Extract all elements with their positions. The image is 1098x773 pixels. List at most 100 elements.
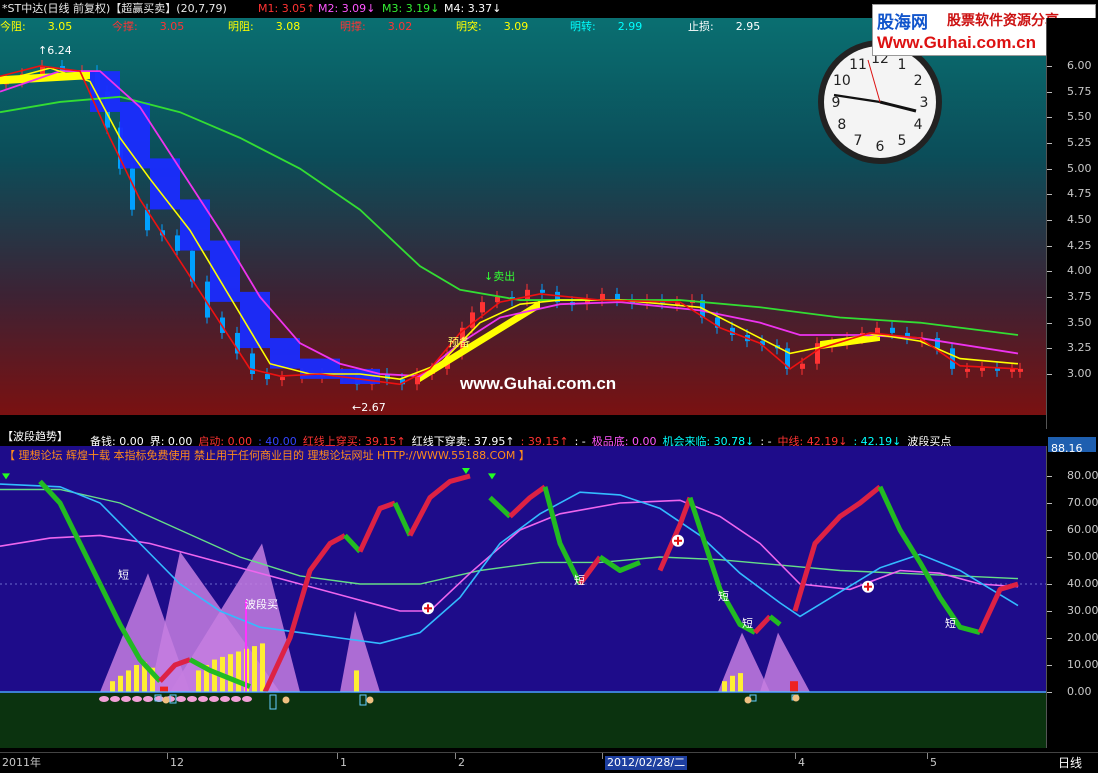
indicator-values: 备钱: 0.00 界: 0.00 启动: 0.00: 40.00 红线上穿买: 39.… bbox=[90, 430, 1030, 448]
indicator-tick-mark bbox=[1047, 557, 1052, 558]
bottom-signal-icon bbox=[231, 696, 241, 702]
price-chart-panel[interactable]: 今阻: 3.05 今撑: 3.05 明阻: 3.08 明撑: 3.02 明突: 3.09 明转: 2.… bbox=[0, 18, 1046, 415]
candle bbox=[980, 367, 985, 371]
hand-pointer-icon bbox=[282, 696, 290, 704]
price-tick-label: 3.25 bbox=[1067, 341, 1092, 355]
signal-bar bbox=[196, 670, 201, 692]
ma-m2: M2: 3.09↓ bbox=[318, 2, 376, 15]
hand-pointer-icon bbox=[366, 696, 374, 704]
indicator-panel[interactable]: 短短短短短 【 理想论坛 辉煌十载 本指标免费使用 禁止用于任何商业目的 理想论… bbox=[0, 446, 1046, 693]
clock-number: 10 bbox=[833, 73, 851, 89]
date-labels: 2011年 12 1 2 2012/02/28/二 4 5 bbox=[0, 753, 1046, 773]
short-signal-label: 短 bbox=[574, 573, 585, 587]
signal-bar bbox=[730, 675, 735, 692]
date-axis[interactable]: 2011年 12 1 2 2012/02/28/二 4 5 日线 bbox=[0, 752, 1098, 773]
down-arrow-icon bbox=[488, 473, 496, 480]
indicator-tick-mark bbox=[1047, 503, 1052, 504]
candle bbox=[875, 327, 880, 333]
level-5: 明转: 2.99 bbox=[570, 20, 643, 33]
date-label: 2012/02/28/二 bbox=[605, 756, 688, 770]
low-price-label: ←2.67 bbox=[352, 401, 386, 414]
levels-row: 今阻: 3.05 今撑: 3.05 明阻: 3.08 明撑: 3.02 明突: 3.09 明转: 2.… bbox=[0, 20, 800, 34]
sell-signal-label: ↓卖出 bbox=[484, 270, 516, 283]
price-tick-mark bbox=[1047, 348, 1052, 350]
bottom-signal-icon bbox=[220, 696, 230, 702]
clock-number: 11 bbox=[849, 57, 867, 73]
price-tick-mark bbox=[1047, 322, 1052, 324]
indicator-tick-mark bbox=[1047, 692, 1052, 693]
trend-band-down bbox=[270, 338, 300, 369]
indicator-tick-mark bbox=[1047, 476, 1052, 477]
bottom-signal-icon bbox=[143, 696, 153, 702]
date-label: 2011年 bbox=[2, 756, 41, 769]
signal-bar bbox=[354, 670, 359, 692]
desktop-clock: 12 1 2 3 4 5 6 7 8 9 10 11 bbox=[816, 38, 944, 166]
indicator-tick-label: 80.00 bbox=[1067, 469, 1098, 482]
price-tick-label: 4.75 bbox=[1067, 187, 1092, 201]
date-label: 1 bbox=[340, 756, 347, 769]
candle bbox=[525, 289, 530, 301]
down-arrow-icon bbox=[2, 473, 10, 480]
prepare-signal-label: 预备 bbox=[448, 336, 470, 349]
down-arrow-icon bbox=[462, 468, 470, 474]
candle bbox=[815, 343, 820, 364]
candle bbox=[965, 368, 970, 372]
signal-bar bbox=[228, 654, 233, 692]
short-signal-label: 短 bbox=[718, 589, 729, 603]
clock-number: 6 bbox=[876, 139, 885, 155]
hand-pointer-icon bbox=[744, 696, 752, 704]
clock-number: 8 bbox=[837, 117, 846, 133]
price-tick-mark bbox=[1047, 91, 1052, 93]
price-axis: 6.00 5.75 5.50 5.25 5.00 4.75 4.50 4.25 4.00 3.75… bbox=[1046, 18, 1098, 429]
date-tick bbox=[167, 753, 168, 759]
footer-signals bbox=[99, 694, 800, 710]
price-tick-label: 5.25 bbox=[1067, 136, 1092, 149]
indicator-tick-mark bbox=[1047, 611, 1052, 612]
price-tick-label: 4.00 bbox=[1067, 264, 1092, 278]
candle bbox=[1018, 368, 1023, 372]
price-tick-mark bbox=[1047, 297, 1052, 298]
high-price-label: ↑6.24 bbox=[38, 44, 72, 57]
indicator-canvas[interactable]: 短短短短短 bbox=[0, 446, 1046, 693]
bottom-signal-icon bbox=[132, 696, 142, 702]
indicator-tick-label: 70.00 bbox=[1067, 496, 1098, 509]
indicator-tick-label: 50.00 bbox=[1067, 550, 1098, 563]
bottom-signal-icon bbox=[209, 696, 219, 702]
level-4: 明突: 3.09 bbox=[456, 20, 529, 33]
bottom-box-icon bbox=[359, 694, 367, 706]
price-tick-mark bbox=[1047, 220, 1052, 221]
level-1: 今撑: 3.05 bbox=[112, 20, 185, 33]
bottom-box-icon bbox=[269, 694, 277, 710]
trend-segment bbox=[508, 484, 547, 519]
candle bbox=[800, 363, 805, 369]
candle bbox=[600, 293, 605, 301]
price-tick-label: 4.25 bbox=[1067, 238, 1092, 252]
price-tick-label: 6.00 bbox=[1067, 59, 1092, 72]
trend-segment bbox=[877, 485, 981, 636]
date-label: 5 bbox=[930, 756, 937, 769]
indicator-tick-label: 20.00 bbox=[1067, 631, 1098, 644]
signal-bar bbox=[212, 659, 217, 692]
price-tick-label: 3.00 bbox=[1067, 367, 1092, 380]
indicator-title-bar: 【波段趋势】 备钱: 0.00 界: 0.00 启动: 0.00: 40.00 红线上… bbox=[0, 429, 1046, 448]
trend-segment bbox=[343, 533, 362, 554]
trend-segment bbox=[753, 614, 772, 635]
signal-bar bbox=[260, 643, 265, 692]
trend-segment bbox=[357, 500, 396, 553]
period-label[interactable]: 日线 bbox=[1058, 756, 1082, 770]
price-tick-label: 5.75 bbox=[1067, 84, 1092, 98]
signal-bar bbox=[118, 675, 123, 692]
signal-bar bbox=[236, 651, 241, 692]
clock-number: 5 bbox=[898, 133, 907, 149]
clock-number: 3 bbox=[920, 95, 929, 111]
candle bbox=[280, 377, 285, 381]
date-label: 12 bbox=[170, 756, 184, 769]
price-tick-mark bbox=[1047, 374, 1052, 375]
candle bbox=[480, 302, 485, 313]
hand-pointer-icon bbox=[792, 694, 800, 702]
clock-face-icon: 12 1234567891011 bbox=[818, 40, 942, 164]
trend-segment bbox=[407, 473, 471, 537]
wave-buy-label: 波段买 bbox=[245, 598, 278, 611]
bottom-signal-icon bbox=[110, 696, 120, 702]
short-signal-label: 短 bbox=[118, 568, 129, 582]
